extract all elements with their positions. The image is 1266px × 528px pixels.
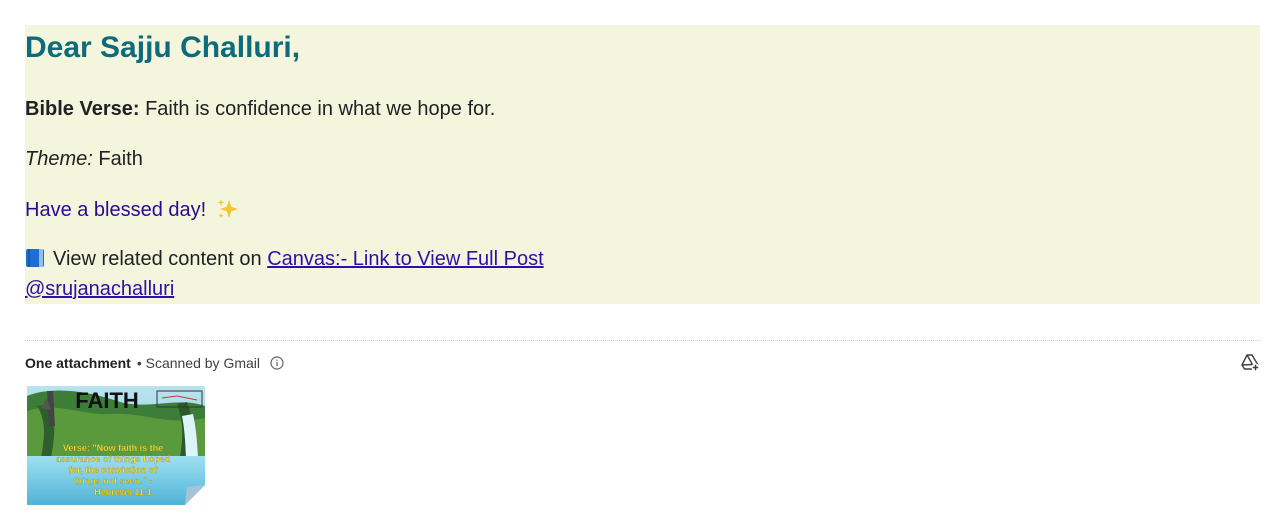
attachment-count: One attachment — [25, 355, 131, 371]
verse-label: Bible Verse: — [25, 98, 140, 120]
greeting-heading: Dear Sajju Challuri, — [25, 31, 301, 64]
attachment-thumbnail[interactable]: FAITH Verse: "Now faith is the assurance… — [27, 386, 205, 505]
scanned-by-gmail-label: • Scanned by Gmail — [136, 355, 260, 371]
theme-label: Theme: — [25, 148, 93, 170]
thumbnail-caption-line: Hebrews 11:1 — [94, 487, 152, 497]
thumbnail-title: FAITH — [75, 388, 139, 413]
related-content-prefix: View related content on — [53, 248, 268, 270]
theme-line: Theme: Faith — [25, 148, 143, 171]
thumbnail-caption-line: for, the conviction of — [69, 465, 159, 475]
verse-line: Bible Verse: Faith is confidence in what… — [25, 98, 495, 121]
info-icon[interactable] — [270, 356, 284, 370]
canvas-post-link[interactable]: Canvas:- Link to View Full Post — [267, 248, 543, 270]
add-to-drive-icon[interactable] — [1240, 352, 1260, 372]
theme-text: Faith — [92, 148, 143, 170]
thumbnail-caption-line: things not seen." - — [74, 476, 153, 486]
email-body: Dear Sajju Challuri, Bible Verse: Faith … — [25, 25, 1260, 304]
handle-line: @srujanachalluri — [25, 278, 174, 301]
author-handle-link[interactable]: @srujanachalluri — [25, 278, 174, 300]
related-content-line: View related content on Canvas:- Link to… — [25, 248, 544, 271]
thumbnail-caption-line: assurance of things hoped — [56, 454, 171, 464]
thumbnail-caption-line: Verse: "Now faith is the — [63, 443, 163, 453]
book-icon — [26, 249, 44, 267]
blessing-line: Have a blessed day! — [25, 198, 240, 222]
attachments-header: One attachment • Scanned by Gmail — [25, 355, 284, 371]
attachments-divider — [25, 340, 1260, 341]
verse-text: Faith is confidence in what we hope for. — [139, 98, 496, 120]
sparkles-icon — [217, 199, 238, 219]
blessing-text: Have a blessed day! — [25, 199, 207, 221]
